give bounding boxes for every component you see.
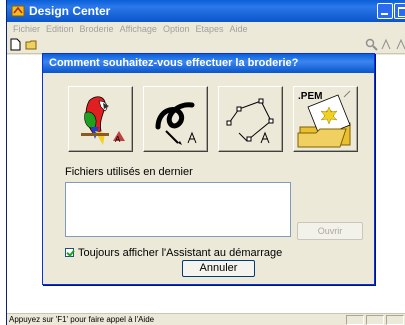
wizard-dialog: Comment souhaitez-vous effectuer la brod… [42,53,375,285]
app-titlebar[interactable]: Design Center [7,0,405,22]
app-icon [11,5,25,17]
freehand-stroke-icon [155,102,197,145]
stitch-icon[interactable] [380,38,393,51]
menubar: Fichier Edition Broderie Affichage Option Eta… [7,22,405,36]
point-mode-button[interactable] [218,86,283,152]
menu-broderie[interactable]: Broderie [80,24,114,34]
toolbar [7,36,405,54]
stitch-icon-2[interactable] [395,38,405,51]
startup-checkbox-label: Toujours afficher l'Assistant au démarra… [78,247,283,259]
menu-affichage[interactable]: Affichage [120,24,157,34]
startup-checkbox[interactable] [65,248,74,257]
recent-files-list[interactable] [65,182,291,237]
status-panel [346,315,364,325]
menu-edition[interactable]: Edition [46,24,74,34]
pem-mode-button[interactable]: .PEM [293,86,358,152]
menu-option[interactable]: Option [163,24,190,34]
pem-file-folder-icon: .PEM [297,90,351,148]
dialog-title: Comment souhaitez-vous effectuer la brod… [43,54,374,73]
point-path-icon [226,98,274,144]
cancel-button[interactable]: Annuler [182,260,255,277]
recent-files-label: Fichiers utilisés en dernier [65,166,193,178]
open-button[interactable]: Ouvrir [297,222,363,240]
minimize-button[interactable] [377,3,393,19]
menu-aide[interactable]: Aide [230,24,248,34]
parrot-image-icon: A [81,96,125,145]
maximize-button[interactable] [394,3,405,19]
pem-badge: .PEM [298,91,322,102]
new-file-icon[interactable] [9,38,22,51]
open-folder-icon[interactable] [25,38,38,51]
zoom-icon[interactable] [365,38,378,51]
svg-text:A: A [115,135,121,144]
image-mode-button[interactable]: A [68,86,133,152]
startup-option[interactable]: Toujours afficher l'Assistant au démarra… [65,247,282,259]
menu-fichier[interactable]: Fichier [13,24,40,34]
app-title: Design Center [29,4,111,18]
freehand-mode-button[interactable] [143,86,208,152]
status-panel [386,315,404,325]
status-text: Appuyez sur 'F1' pour faire appel à l'Ai… [9,315,155,324]
statusbar: Appuyez sur 'F1' pour faire appel à l'Ai… [7,313,405,325]
menu-etapes[interactable]: Etapes [195,24,223,34]
status-panel [366,315,384,325]
